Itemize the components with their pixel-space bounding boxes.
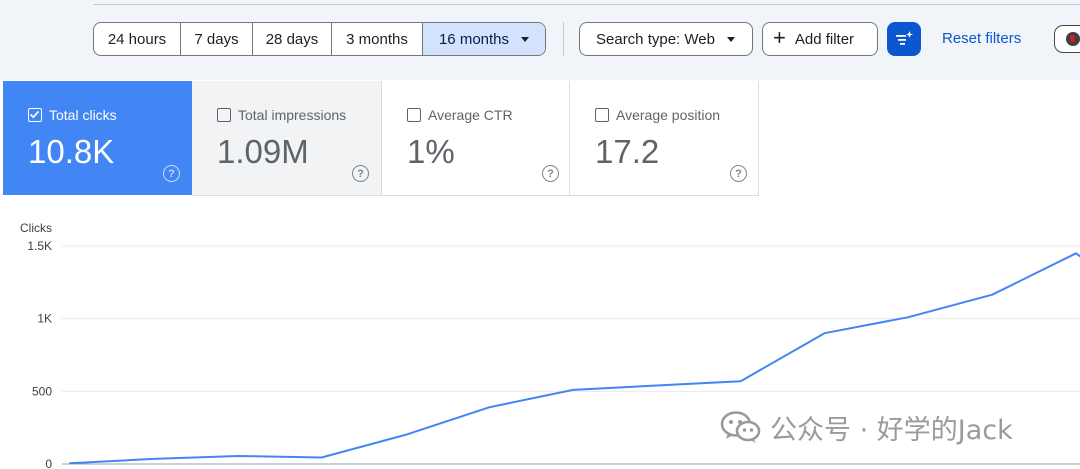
metric-value: 1%	[407, 133, 455, 170]
y-tick-label: 1.5K	[27, 239, 52, 253]
y-axis-title: Clicks	[20, 221, 52, 235]
wechat-icon	[720, 411, 761, 443]
checkbox-unchecked-icon	[407, 108, 421, 122]
checkbox-unchecked-icon	[217, 108, 231, 122]
y-tick-label: 1K	[37, 312, 52, 326]
help-icon[interactable]: ?	[542, 165, 559, 182]
range-7-days[interactable]: 7 days	[181, 23, 253, 55]
range-label: 3 months	[346, 30, 408, 48]
toolbar-divider	[93, 4, 1080, 5]
help-icon[interactable]: ?	[163, 165, 180, 182]
reset-filters-link[interactable]: Reset filters	[942, 30, 1021, 47]
toolbar: 24 hours 7 days 28 days 3 months 16 mont…	[0, 0, 1080, 80]
watermark: 公众号 · 好学的Jack	[720, 409, 1013, 446]
filter-settings-button[interactable]	[887, 22, 921, 56]
search-type-label: Search type: Web	[596, 30, 715, 48]
metric-card-average-position[interactable]: Average position 17.2 ?	[570, 81, 759, 195]
help-icon[interactable]: ?	[352, 165, 369, 182]
metric-card-total-clicks[interactable]: Total clicks 10.8K ?	[3, 81, 192, 195]
watermark-text: 公众号 · 好学的Jack	[770, 414, 1013, 446]
date-range-selector: 24 hours 7 days 28 days 3 months 16 mont…	[93, 22, 546, 56]
metric-value: 1.09M	[217, 133, 309, 170]
range-label: 16 months	[438, 30, 510, 48]
checkbox-checked-icon	[28, 108, 42, 122]
y-tick-label: 500	[32, 384, 52, 398]
range-16-months[interactable]: 16 months	[423, 23, 545, 55]
metric-label: Average position	[616, 107, 721, 123]
metric-card-average-ctr[interactable]: Average CTR 1% ?	[381, 81, 570, 195]
range-28-days[interactable]: 28 days	[253, 23, 332, 55]
metric-value: 17.2	[595, 133, 660, 170]
series-line-continuation	[1075, 252, 1080, 258]
help-icon[interactable]: ?	[730, 165, 747, 182]
filter-sparkle-icon	[896, 31, 913, 45]
range-label: 24 hours	[107, 30, 167, 48]
plus-icon: +	[773, 25, 786, 50]
record-icon	[1066, 32, 1080, 46]
dropdown-caret-icon	[726, 36, 735, 42]
toolbar-separator	[563, 22, 564, 56]
range-label: 7 days	[194, 30, 239, 48]
metric-label: Total impressions	[238, 107, 347, 123]
range-24-hours[interactable]: 24 hours	[94, 23, 181, 55]
add-filter-label: Add filter	[794, 30, 855, 48]
cards-divider	[192, 195, 759, 196]
account-chip[interactable]	[1054, 25, 1080, 53]
checkbox-unchecked-icon	[595, 108, 609, 122]
metric-label: Average CTR	[428, 107, 513, 123]
metric-card-total-impressions[interactable]: Total impressions 1.09M ?	[192, 81, 381, 195]
y-tick-label: 0	[45, 457, 52, 469]
metric-label: Total clicks	[49, 107, 117, 123]
range-3-months[interactable]: 3 months	[332, 23, 423, 55]
add-filter-button[interactable]: + Add filter	[762, 22, 878, 56]
metric-value: 10.8K	[28, 133, 115, 170]
search-type-dropdown[interactable]: Search type: Web	[579, 22, 753, 56]
dropdown-caret-icon	[521, 36, 530, 42]
range-label: 28 days	[265, 30, 319, 48]
